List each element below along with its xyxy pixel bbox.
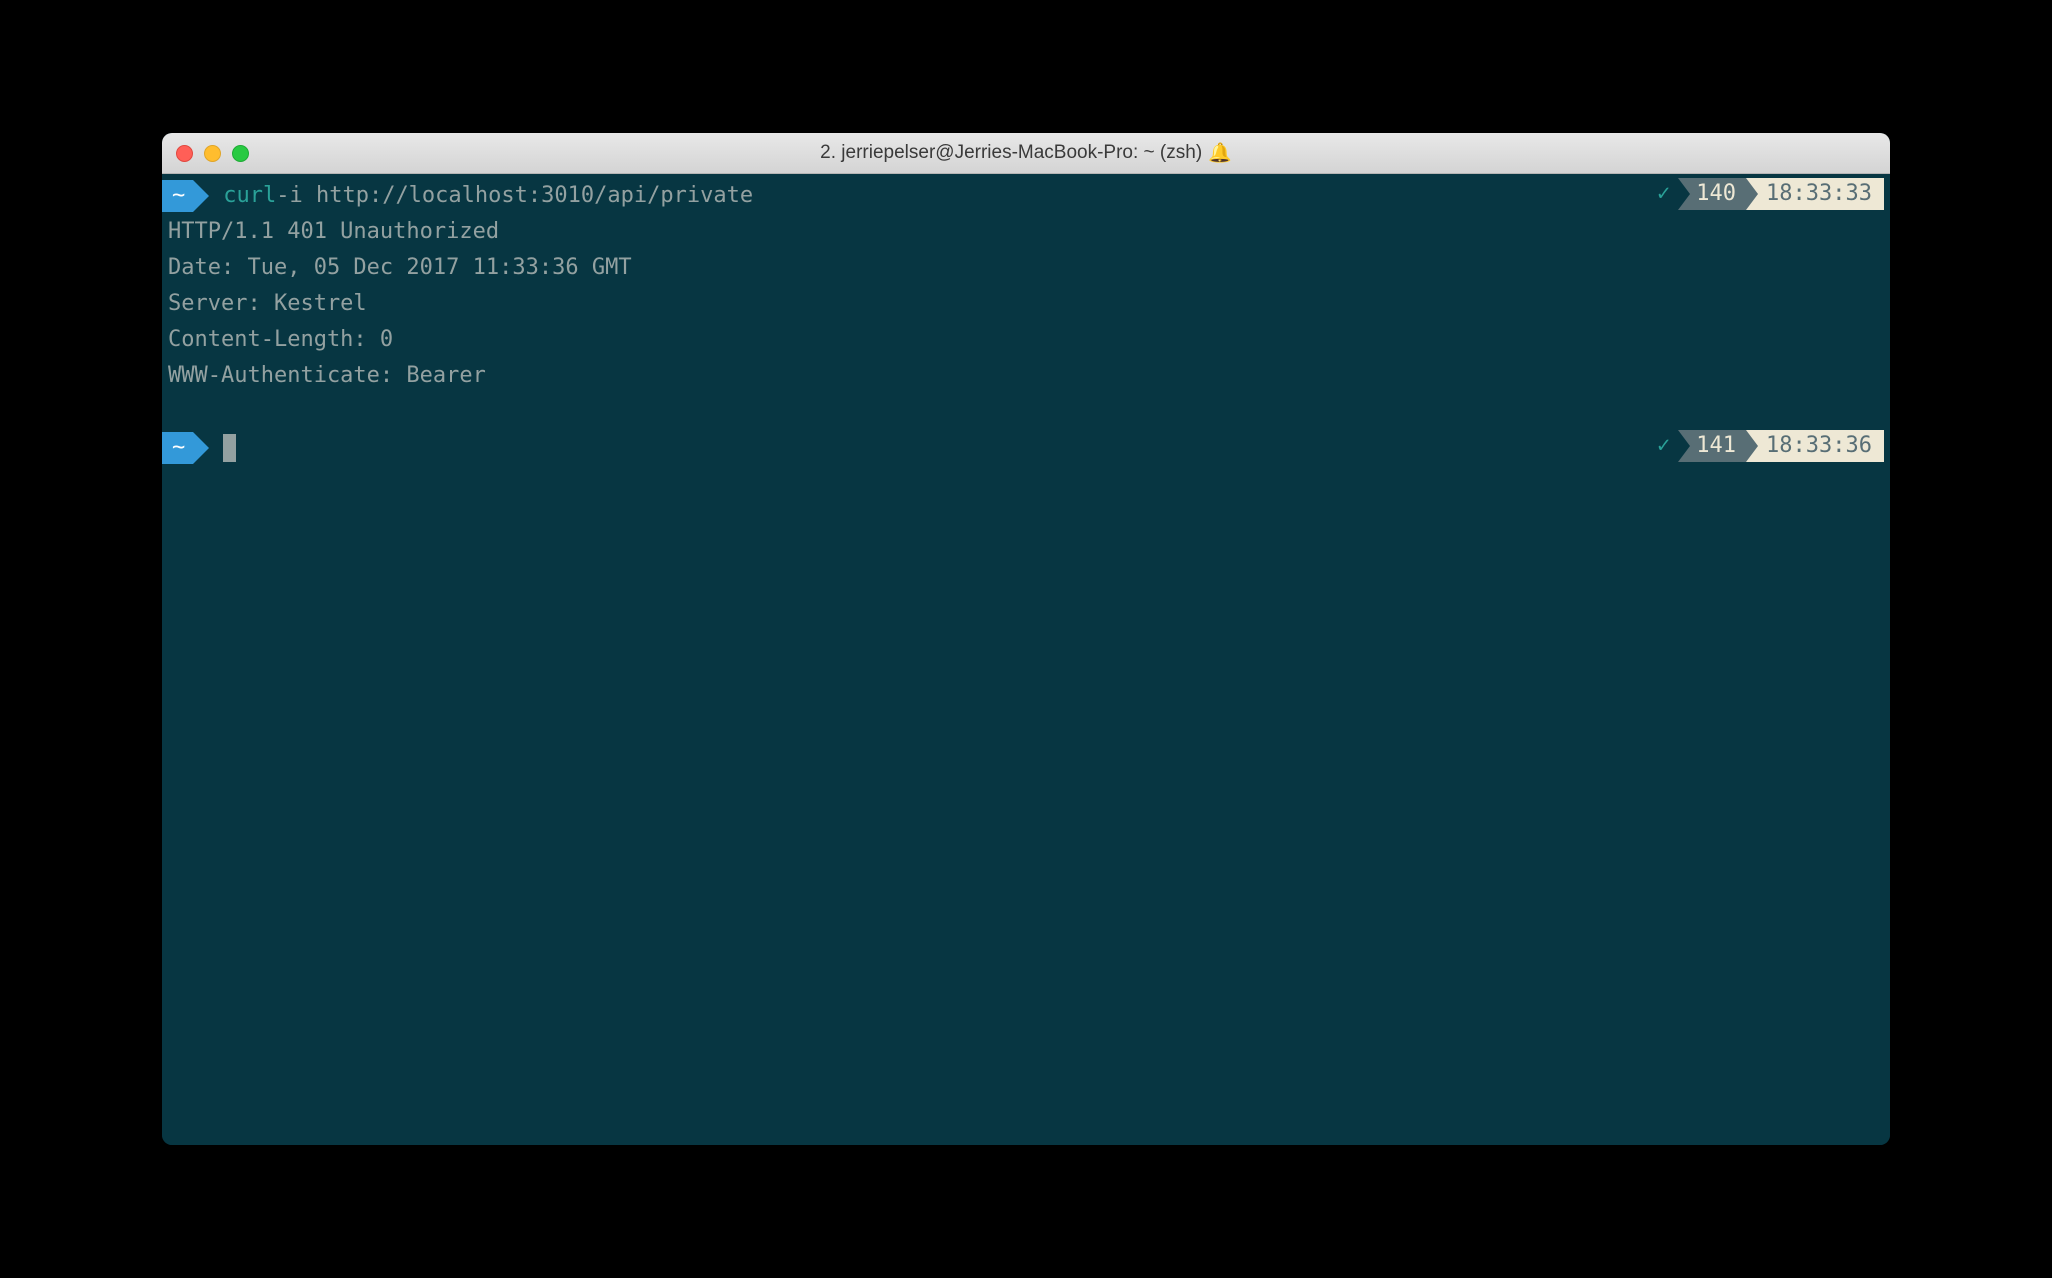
maximize-button[interactable]: [232, 145, 249, 162]
output-line: HTTP/1.1 401 Unauthorized: [162, 214, 1890, 250]
prompt-row-2: ~ ✓ 141 18:33:36: [162, 430, 1890, 466]
prompt-home-segment: ~: [162, 432, 193, 464]
window-title-text: 2. jerriepelser@Jerries-MacBook-Pro: ~ (…: [820, 142, 1202, 164]
prompt-left: ~ curl -i http://localhost:3010/api/priv…: [162, 178, 753, 214]
command: curl -i http://localhost:3010/api/privat…: [223, 178, 753, 214]
terminal-window: 2. jerriepelser@Jerries-MacBook-Pro: ~ (…: [162, 133, 1890, 1145]
traffic-lights: [162, 145, 249, 162]
output-line: Server: Kestrel: [162, 286, 1890, 322]
prompt-left: ~: [162, 430, 236, 466]
output-line: Content-Length: 0: [162, 322, 1890, 358]
titlebar: 2. jerriepelser@Jerries-MacBook-Pro: ~ (…: [162, 133, 1890, 174]
command-name: curl: [223, 178, 276, 214]
bell-icon: 🔔: [1208, 141, 1232, 165]
minimize-button[interactable]: [204, 145, 221, 162]
command-args: -i http://localhost:3010/api/private: [276, 178, 753, 214]
close-button[interactable]: [176, 145, 193, 162]
status-check-icon: ✓: [1653, 178, 1678, 210]
output-line: WWW-Authenticate: Bearer: [162, 358, 1890, 394]
output-line: Date: Tue, 05 Dec 2017 11:33:36 GMT: [162, 250, 1890, 286]
status-history-number: 141: [1678, 430, 1746, 462]
right-status-2: ✓ 141 18:33:36: [1653, 430, 1884, 462]
status-time: 18:33:36: [1746, 430, 1884, 462]
window-title: 2. jerriepelser@Jerries-MacBook-Pro: ~ (…: [162, 141, 1890, 165]
cursor: [223, 434, 236, 462]
terminal-body[interactable]: ~ curl -i http://localhost:3010/api/priv…: [162, 174, 1890, 1145]
blank-line: [162, 394, 1890, 430]
prompt-home-segment: ~: [162, 180, 193, 212]
prompt-row-1: ~ curl -i http://localhost:3010/api/priv…: [162, 178, 1890, 214]
right-status-1: ✓ 140 18:33:33: [1653, 178, 1884, 210]
status-time: 18:33:33: [1746, 178, 1884, 210]
status-history-number: 140: [1678, 178, 1746, 210]
status-check-icon: ✓: [1653, 430, 1678, 462]
